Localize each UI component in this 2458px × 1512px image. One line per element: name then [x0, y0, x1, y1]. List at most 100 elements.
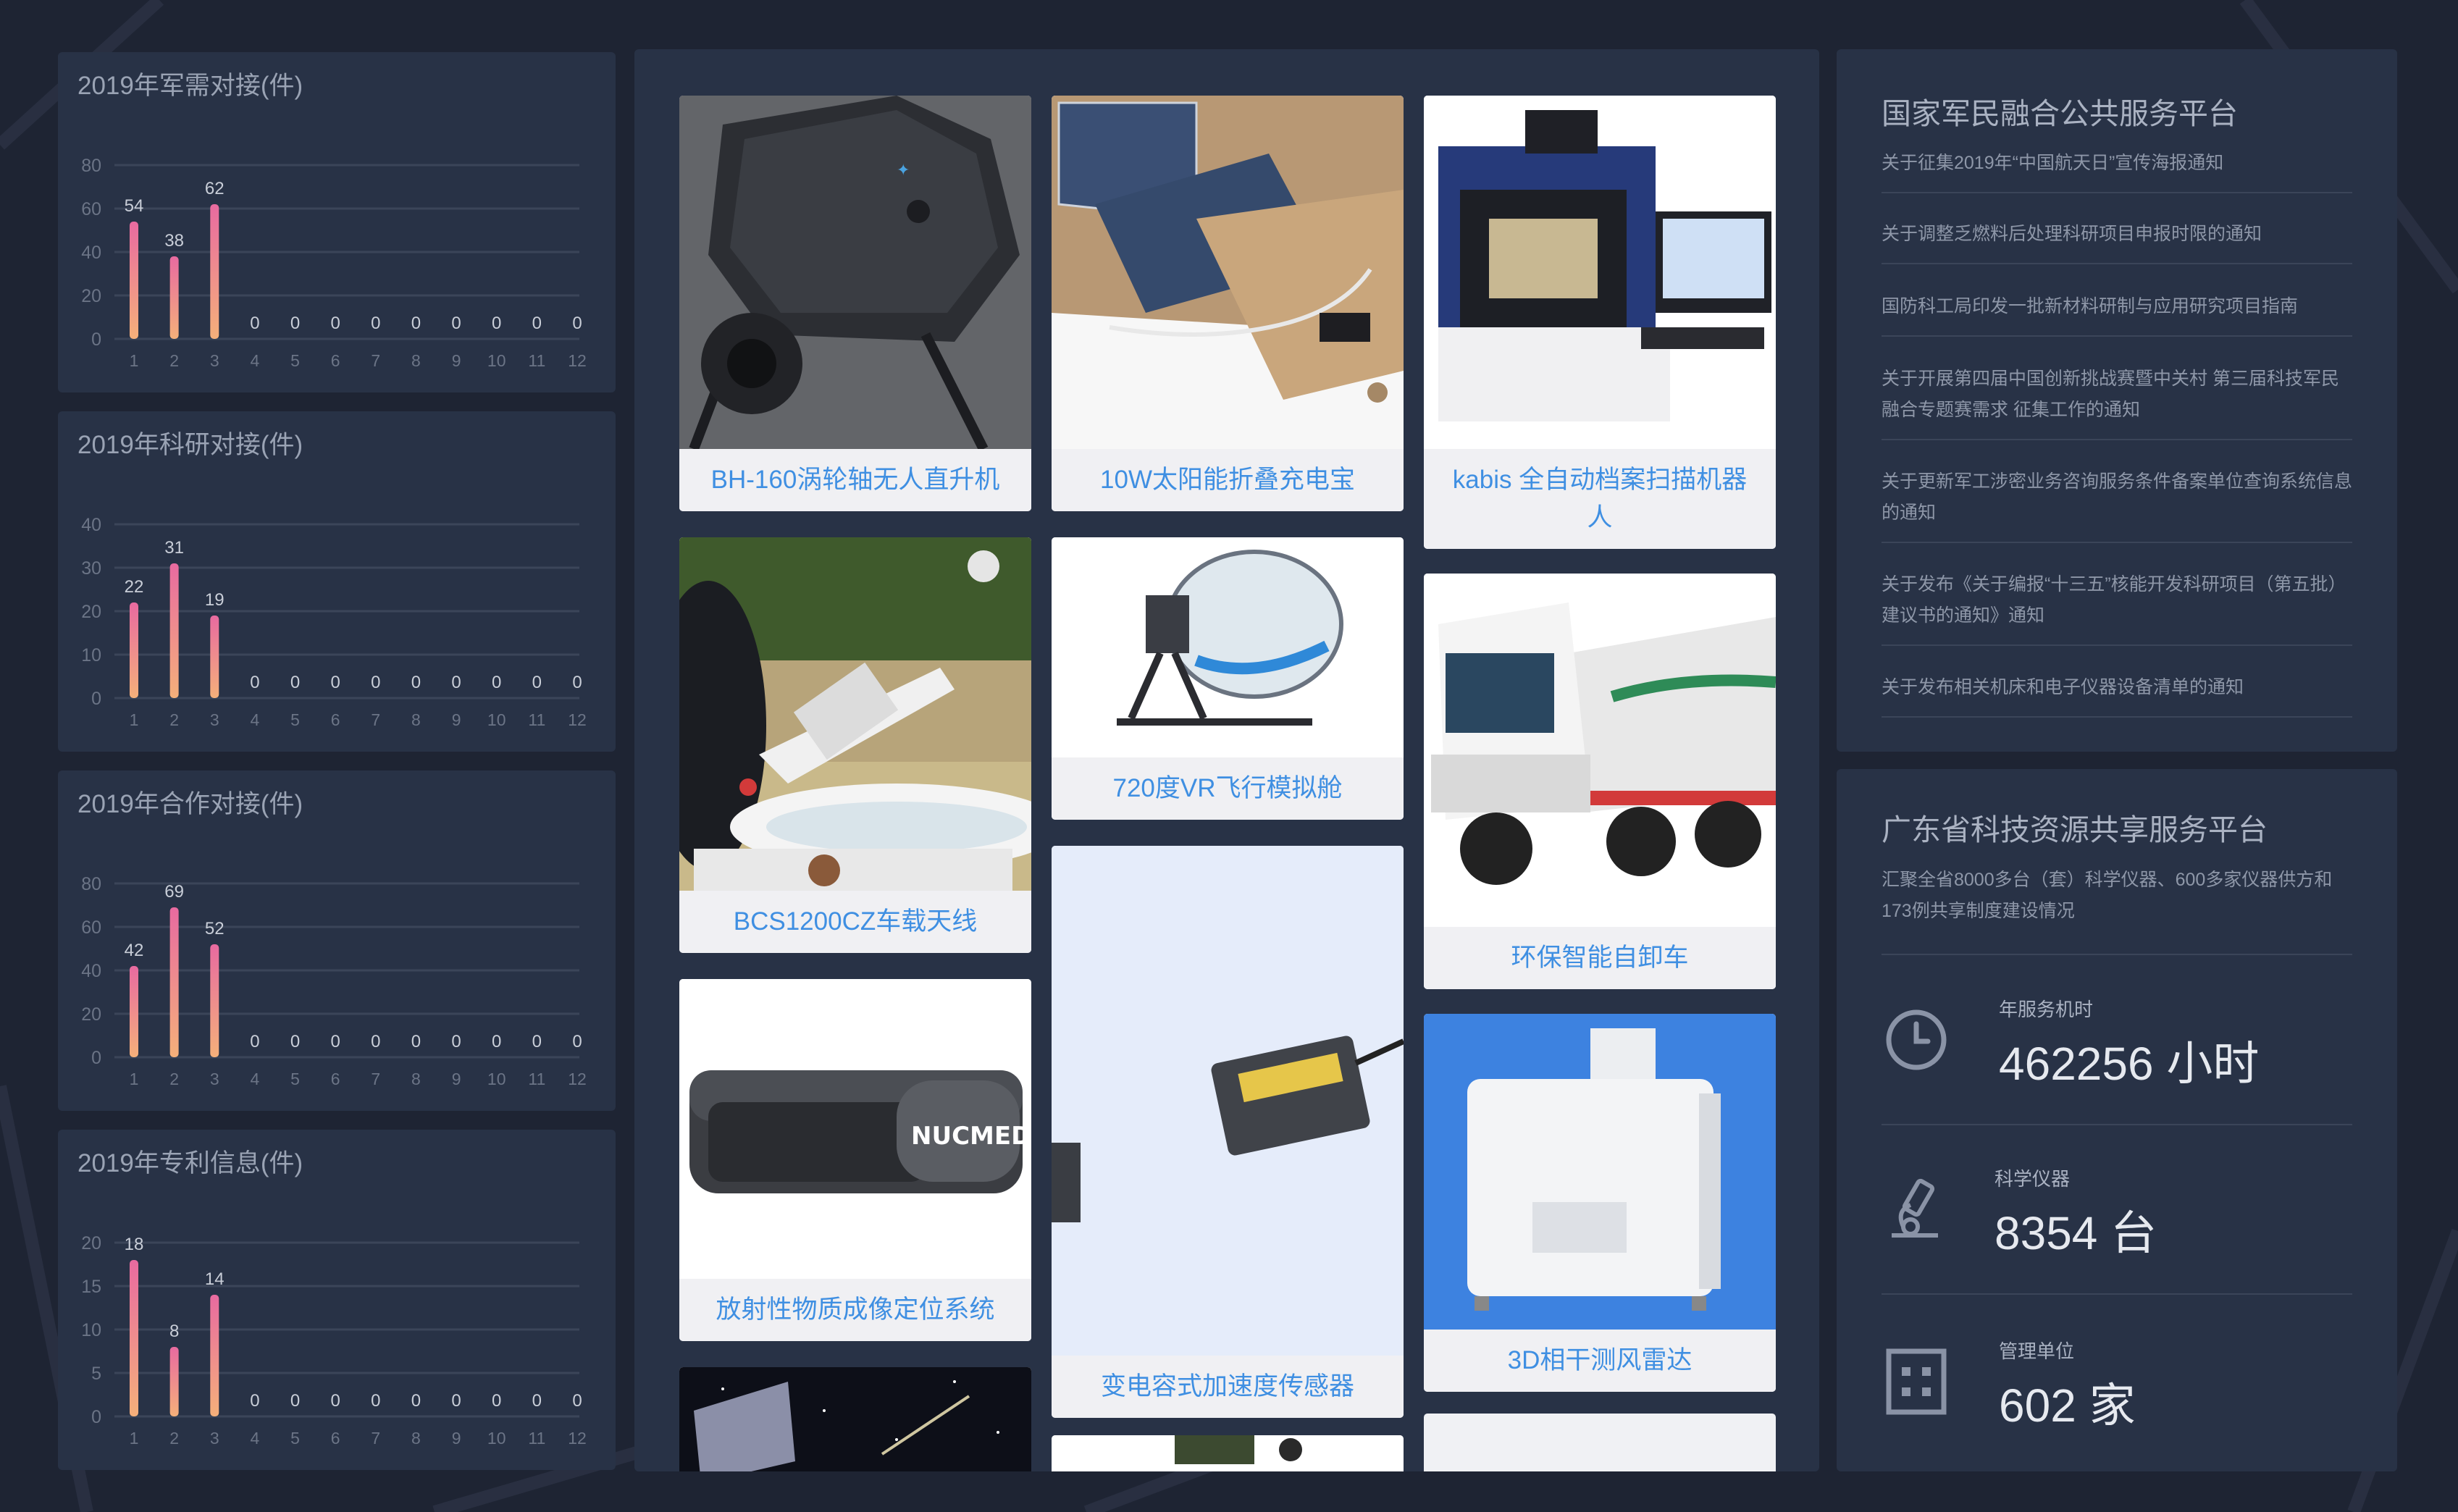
product-label[interactable]: 环保智能自卸车	[1424, 927, 1776, 989]
product-label[interactable]: 变电容式加速度传感器	[1052, 1356, 1404, 1418]
product-showcase: ✦ BH-160涡轮轴无人直升机 BCS1200CZ车载天线 NUCMED 放射…	[634, 49, 1819, 1471]
product-card[interactable]: kabis 全自动档案扫描机器人	[1424, 96, 1776, 549]
product-card[interactable]	[1052, 1435, 1404, 1471]
bar[interactable]	[169, 563, 179, 698]
divider	[1882, 954, 2352, 955]
news-item[interactable]: 关于调整乏燃料后处理科研项目申报时限的通知	[1882, 219, 2352, 264]
product-card[interactable]: BCS1200CZ车载天线	[679, 537, 1031, 953]
bar[interactable]	[210, 1295, 219, 1416]
bar[interactable]	[210, 944, 219, 1057]
x-tick-label: 7	[371, 1429, 380, 1448]
product-card[interactable]	[1424, 1414, 1776, 1471]
product-card[interactable]: 变电容式加速度传感器	[1052, 846, 1404, 1418]
x-tick-label: 12	[568, 351, 587, 370]
x-tick-label: 11	[528, 351, 545, 370]
data-label: 0	[492, 1391, 501, 1411]
y-tick-label: 40	[81, 243, 101, 263]
x-tick-label: 12	[568, 1429, 587, 1448]
y-tick-label: 60	[81, 199, 101, 219]
product-label[interactable]: kabis 全自动档案扫描机器人	[1424, 449, 1776, 549]
data-label: 0	[371, 314, 380, 333]
news-item[interactable]: 国防科工局印发一批新材料研制与应用研究项目指南	[1882, 291, 2352, 337]
product-label[interactable]: 10W太阳能折叠充电宝	[1052, 449, 1404, 511]
x-tick-label: 2	[169, 710, 179, 729]
x-tick-label: 4	[251, 710, 260, 729]
x-tick-label: 2	[169, 1070, 179, 1088]
data-label: 69	[164, 882, 184, 902]
microscope-icon	[1892, 1178, 1938, 1238]
product-card[interactable]	[679, 1367, 1031, 1471]
data-label: 19	[205, 590, 225, 610]
stat-label-management-units: 管理单位	[1999, 1340, 2075, 1362]
data-label: 0	[411, 314, 421, 333]
bar[interactable]	[169, 1347, 179, 1416]
data-label: 0	[411, 673, 421, 692]
news-item[interactable]: 关于开展第四届中国创新挑战赛暨中关村 第三届科技军民融合专题赛需求 征集工作的通…	[1882, 364, 2352, 440]
data-label: 0	[290, 673, 300, 692]
product-label[interactable]: BCS1200CZ车载天线	[679, 891, 1031, 953]
product-label[interactable]: BH-160涡轮轴无人直升机	[679, 449, 1031, 511]
product-card[interactable]: 10W太阳能折叠充电宝	[1052, 96, 1404, 511]
bar-chart: 020406080421692523040506070809010011012	[81, 874, 587, 1088]
x-tick-label: 9	[452, 351, 461, 370]
product-label[interactable]: 720度VR飞行模拟舱	[1052, 757, 1404, 820]
data-label: 0	[331, 1391, 340, 1411]
product-image-helicopter: ✦	[679, 96, 1031, 449]
stat-label-instruments: 科学仪器	[1994, 1168, 2071, 1190]
data-label: 38	[164, 231, 184, 251]
data-label: 18	[125, 1235, 144, 1254]
platform-title: 国家军民融合公共服务平台	[1882, 97, 2238, 130]
y-tick-label: 0	[91, 329, 101, 350]
data-label: 0	[532, 673, 542, 692]
bar[interactable]	[210, 616, 219, 698]
building-icon	[1886, 1348, 1947, 1415]
product-image-vr-simulator	[1052, 537, 1404, 757]
news-item[interactable]: 关于更新军工涉密业务咨询服务条件备案单位查询系统信息的通知	[1882, 466, 2352, 543]
divider	[1882, 1293, 2352, 1295]
product-card[interactable]: 环保智能自卸车	[1424, 574, 1776, 989]
product-label[interactable]: 放射性物质成像定位系统	[679, 1279, 1031, 1341]
x-tick-label: 12	[568, 710, 587, 729]
data-label: 0	[411, 1032, 421, 1051]
bar[interactable]	[169, 256, 179, 339]
bar[interactable]	[210, 204, 219, 339]
y-tick-label: 20	[81, 602, 101, 622]
x-tick-label: 2	[169, 351, 179, 370]
product-label[interactable]: 3D相干测风雷达	[1424, 1330, 1776, 1392]
product-image-archive-scanner	[1424, 96, 1776, 449]
platform-news-panel: 国家军民融合公共服务平台 关于征集2019年“中国航天日”宣传海报通知 关于调整…	[1837, 49, 2397, 752]
product-card[interactable]: NUCMED 放射性物质成像定位系统	[679, 979, 1031, 1341]
x-tick-label: 10	[487, 1429, 506, 1448]
data-label: 0	[451, 314, 461, 333]
bar[interactable]	[169, 907, 179, 1057]
x-tick-label: 10	[487, 710, 506, 729]
svg-text:✦: ✦	[897, 161, 910, 180]
bar[interactable]	[130, 966, 138, 1057]
stat-value-management-units: 602 家	[1999, 1379, 2136, 1432]
x-tick-label: 1	[130, 710, 139, 729]
bar[interactable]	[130, 222, 138, 339]
news-item[interactable]: 关于发布相关机床和电子仪器设备清单的通知	[1882, 672, 2352, 718]
bar[interactable]	[130, 1260, 138, 1416]
product-card[interactable]: ✦ BH-160涡轮轴无人直升机	[679, 96, 1031, 511]
x-tick-label: 3	[210, 710, 219, 729]
y-tick-label: 10	[81, 645, 101, 665]
chart-panel-research: 2019年科研对接(件) 0 10 20 30 40 22 1 31 2 19 3 0 4 0 5 0 6 0 7 0…	[58, 411, 616, 752]
product-card[interactable]: 3D相干测风雷达	[1424, 1014, 1776, 1392]
news-item[interactable]: 关于征集2019年“中国航天日”宣传海报通知	[1882, 148, 2352, 193]
product-image-dump-truck	[1424, 574, 1776, 927]
product-image-accelerometer	[1052, 846, 1404, 1356]
news-item[interactable]: 关于发布《关于编报“十三五”核能开发科研项目（第五批）建议书的通知》通知	[1882, 569, 2352, 646]
bar[interactable]	[130, 602, 138, 698]
data-label: 0	[331, 1032, 340, 1051]
product-card[interactable]: 720度VR飞行模拟舱	[1052, 537, 1404, 820]
data-label: 0	[492, 673, 501, 692]
product-image-radiation-camera: NUCMED	[679, 979, 1031, 1279]
x-tick-label: 6	[331, 1429, 340, 1448]
chart-panel-patent: 2019年专利信息(件) 0 5 10 15 20 18 1 8 2 14 3 0 4 0 5 0 6 0 7 0 8 0…	[58, 1130, 616, 1470]
x-tick-label: 5	[290, 1429, 300, 1448]
x-tick-label: 3	[210, 351, 219, 370]
data-label: 0	[572, 1391, 582, 1411]
y-tick-label: 5	[91, 1364, 101, 1384]
data-label: 0	[250, 1032, 259, 1051]
